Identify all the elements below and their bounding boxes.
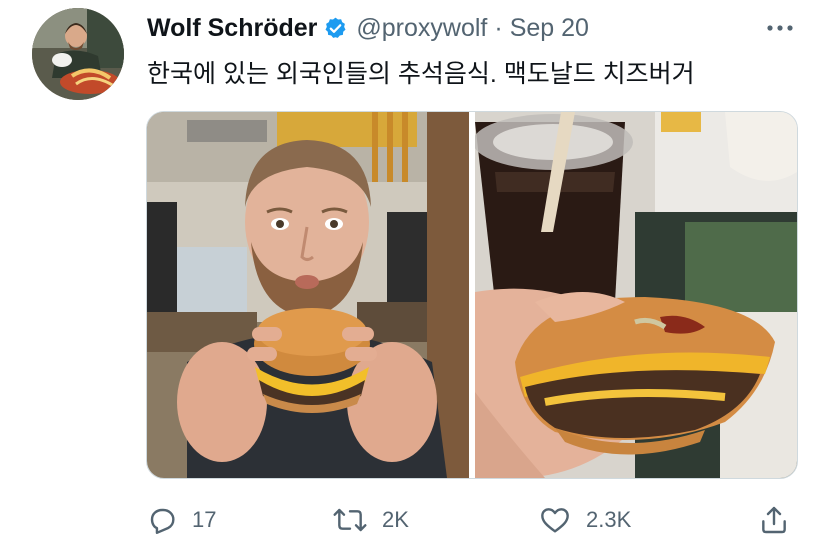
more-options-button[interactable] <box>760 14 800 42</box>
more-options-icon <box>767 25 793 31</box>
retweet-icon <box>333 508 367 532</box>
retweet-count: 2K <box>382 507 409 532</box>
share-button[interactable] <box>758 500 790 540</box>
reply-count: 17 <box>192 507 217 532</box>
reply-button[interactable]: 17 <box>146 500 216 540</box>
separator-dot: · <box>494 13 503 42</box>
display-name[interactable]: Wolf Schröder <box>147 14 317 43</box>
like-count: 2.3K <box>586 507 632 532</box>
avatar-image <box>32 8 124 100</box>
photo-soda-and-burger[interactable] <box>475 112 797 478</box>
handle[interactable]: @proxywolf <box>356 14 487 43</box>
reply-icon <box>150 508 175 534</box>
tweet[interactable]: Wolf Schröder @proxywolf · Sep 20 한국에 있는… <box>0 0 828 558</box>
heart-icon <box>541 508 569 533</box>
tweet-actions: 17 2K 2.3K <box>146 500 806 540</box>
photo-man-with-burger[interactable] <box>147 112 469 478</box>
retweet-button[interactable]: 2K <box>332 500 409 540</box>
media-grid <box>146 111 798 479</box>
tweet-date[interactable]: Sep 20 <box>510 14 589 43</box>
tweet-header: Wolf Schröder @proxywolf · Sep 20 <box>147 10 589 46</box>
verified-badge-icon <box>323 16 348 41</box>
avatar[interactable] <box>32 8 124 100</box>
share-icon <box>762 506 786 534</box>
tweet-text: 한국에 있는 외국인들의 추석음식. 맥도날드 치즈버거 <box>147 60 695 88</box>
like-button[interactable]: 2.3K <box>538 500 631 540</box>
